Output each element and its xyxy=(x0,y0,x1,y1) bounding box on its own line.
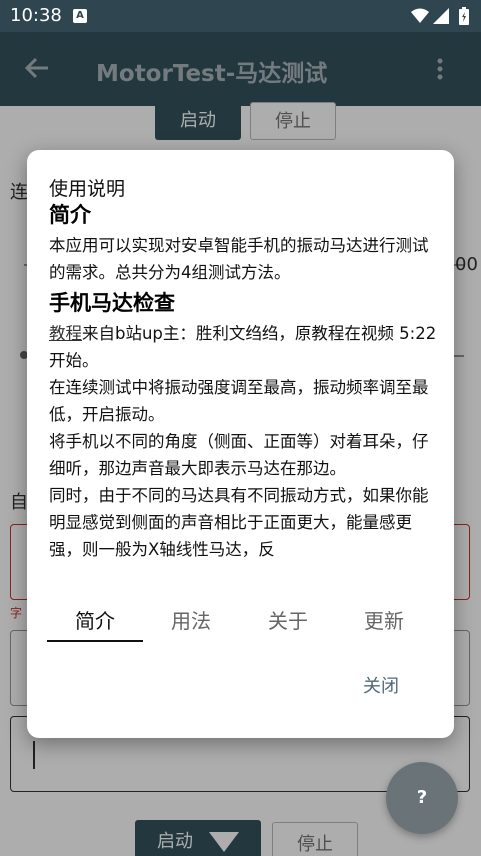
section-heading-motor-check: 手机马达检查 xyxy=(49,291,175,315)
status-time: 10:38 xyxy=(10,5,62,26)
tab-about[interactable]: 关于 xyxy=(240,608,336,642)
battery-icon xyxy=(459,7,469,25)
step-paragraph-1: 在连续测试中将振动强度调至最高，振动频率调至最低，开启振动。 xyxy=(49,378,429,424)
step-paragraph-2: 将手机以不同的角度（侧面、正面等）对着耳朵，仔细听，那边声音最大即表示马达在那边… xyxy=(49,432,429,478)
notification-a-icon: A xyxy=(73,9,87,23)
intro-paragraph: 本应用可以实现对安卓智能手机的振动马达进行测试的需求。总共分为4组测试方法。 xyxy=(49,236,429,282)
tab-updates[interactable]: 更新 xyxy=(336,608,432,642)
usage-dialog: 使用说明 简介 本应用可以实现对安卓智能手机的振动马达进行测试的需求。总共分为4… xyxy=(27,150,454,738)
help-fab-button[interactable]: ? xyxy=(386,762,458,834)
signal-icon xyxy=(433,8,449,24)
tutorial-text: 来自b站up主：胜利文绉绉，原教程在视频 5:22 开始。 xyxy=(49,324,437,370)
step-paragraph-3: 同时，由于不同的马达具有不同振动方式，如果你能明显感觉到侧面的声音相比于正面更大… xyxy=(49,486,429,559)
dialog-tabs: 简介 用法 关于 更新 xyxy=(47,608,433,642)
tab-usage[interactable]: 用法 xyxy=(143,608,239,642)
tutorial-link[interactable]: 教程 xyxy=(49,324,82,343)
status-bar: 10:38 A xyxy=(0,0,481,32)
dialog-body[interactable]: 简介 本应用可以实现对安卓智能手机的振动马达进行测试的需求。总共分为4组测试方法… xyxy=(49,198,439,600)
tab-intro[interactable]: 简介 xyxy=(47,608,143,642)
dialog-title: 使用说明 xyxy=(49,178,126,200)
tutorial-paragraph: 教程来自b站up主：胜利文绉绉，原教程在视频 5:22 开始。 xyxy=(49,320,439,374)
close-button[interactable]: 关闭 xyxy=(363,672,399,698)
wifi-icon xyxy=(411,8,429,23)
section-heading-intro: 简介 xyxy=(49,203,91,227)
